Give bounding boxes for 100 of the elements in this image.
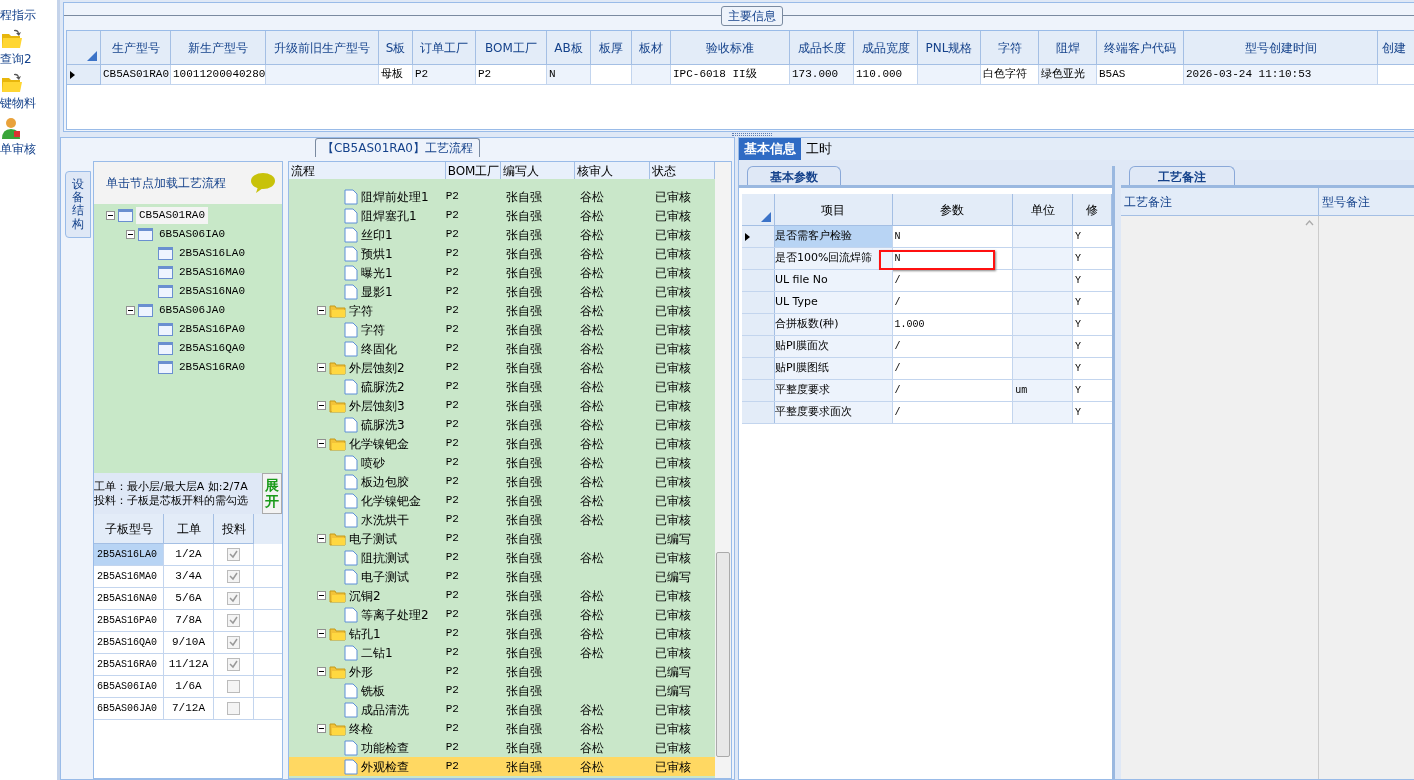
flow-step-name: 电子测试 [349, 530, 397, 548]
expand-icon[interactable] [317, 667, 326, 676]
checkbox[interactable] [227, 636, 240, 649]
column-header[interactable]: 流程 [289, 162, 446, 179]
tab[interactable]: 工时 [801, 138, 837, 160]
flow-row[interactable]: 等离子处理2 P2 张自强 谷松 已审核 [289, 605, 715, 624]
expand-icon[interactable] [317, 591, 326, 600]
status-cell-text: 已审核 [654, 359, 693, 377]
flow-row[interactable]: 终固化 P2 张自强 谷松 已审核 [289, 339, 715, 358]
status-cell-text: 已审核 [654, 416, 693, 434]
tree-node[interactable]: CB5AS01RA0 [136, 207, 208, 224]
scrollbar[interactable] [715, 162, 731, 778]
flow-row[interactable]: 阻抗测试 P2 张自强 谷松 已审核 [289, 548, 715, 567]
expand-icon[interactable] [317, 439, 326, 448]
checkbox[interactable] [227, 548, 240, 561]
flow-row[interactable]: 钻孔1 P2 张自强 谷松 已审核 [289, 624, 715, 643]
flow-row[interactable]: 二钻1 P2 张自强 谷松 已审核 [289, 643, 715, 662]
flow-row[interactable]: 外层蚀刻2 P2 张自强 谷松 已审核 [289, 358, 715, 377]
tree-node[interactable]: 2B5AS16QA0 [176, 340, 248, 357]
scroll-thumb[interactable] [716, 552, 730, 757]
side-tab[interactable]: 设备结构 [65, 171, 91, 238]
table-cell[interactable]: 2B5AS16MA0 [94, 566, 164, 587]
flow-row[interactable]: 外形 P2 张自强 已编写 [289, 662, 715, 681]
page-icon [344, 226, 358, 243]
flow-row[interactable]: 喷砂 P2 张自强 谷松 已审核 [289, 453, 715, 472]
subtab[interactable]: 基本参数 [747, 166, 841, 185]
table-cell[interactable]: 2B5AS16QA0 [94, 632, 164, 653]
expand-icon[interactable] [317, 629, 326, 638]
table-cell: 白色字符 [981, 65, 1039, 85]
checkbox[interactable] [227, 614, 240, 627]
flow-row[interactable]: 电子测试 P2 张自强 已编写 [289, 567, 715, 586]
tree-node[interactable]: 2B5AS16PA0 [176, 321, 248, 338]
checkbox[interactable] [227, 680, 240, 693]
flow-row[interactable]: 铣板 P2 张自强 已编写 [289, 681, 715, 700]
flow-row[interactable]: 化学镍钯金 P2 张自强 谷松 已审核 [289, 491, 715, 510]
flow-row[interactable]: 硫脲洗2 P2 张自强 谷松 已审核 [289, 377, 715, 396]
status-cell-text: 已审核 [654, 207, 693, 225]
tree-node[interactable]: 6B5AS06IA0 [156, 226, 228, 243]
row-indicator[interactable] [67, 65, 101, 85]
expand-icon[interactable] [126, 230, 135, 239]
flow-row[interactable]: 外观检查 P2 张自强 谷松 已审核 [289, 757, 715, 776]
tree-node[interactable]: 2B5AS16NA0 [176, 283, 248, 300]
subtab[interactable]: 工艺备注 [1129, 166, 1235, 185]
flow-row[interactable]: 电子测试 P2 张自强 已编写 [289, 529, 715, 548]
tree-node[interactable]: 2B5AS16RA0 [176, 359, 248, 376]
column-header[interactable]: BOM工厂 [445, 162, 501, 179]
table-cell[interactable]: 6B5AS06JA0 [94, 698, 164, 719]
table-cell[interactable]: 2B5AS16NA0 [94, 588, 164, 609]
flow-row[interactable]: 阻焊前处理1 P2 张自强 谷松 已审核 [289, 187, 715, 206]
flow-row[interactable]: 成品清洗 P2 张自强 谷松 已审核 [289, 700, 715, 719]
flow-row[interactable]: 阻焊塞孔1 P2 张自强 谷松 已审核 [289, 206, 715, 225]
flow-row[interactable]: 预烘1 P2 张自强 谷松 已审核 [289, 244, 715, 263]
status-cell-text: 已审核 [654, 549, 693, 567]
flow-row[interactable]: 化学镍钯金 P2 张自强 谷松 已审核 [289, 434, 715, 453]
tree-node[interactable]: 2B5AS16LA0 [176, 245, 248, 262]
table-cell[interactable]: 2B5AS16LA0 [94, 544, 164, 565]
sidebar-item[interactable]: 程指示 [0, 6, 36, 24]
expand-icon[interactable] [317, 401, 326, 410]
flow-row[interactable]: 字符 P2 张自强 谷松 已审核 [289, 320, 715, 339]
flow-row[interactable]: 沉铜2 P2 张自强 谷松 已审核 [289, 586, 715, 605]
checkbox[interactable] [227, 592, 240, 605]
column-header[interactable]: 工单 [164, 514, 214, 544]
expand-icon[interactable] [317, 724, 326, 733]
flow-row[interactable]: 字符 P2 张自强 谷松 已审核 [289, 301, 715, 320]
checkbox[interactable] [227, 702, 240, 715]
expand-icon[interactable] [126, 306, 135, 315]
flow-row[interactable]: 水洗烘干 P2 张自强 谷松 已审核 [289, 510, 715, 529]
sidebar-item[interactable]: 查询2 [0, 50, 32, 68]
flow-row[interactable]: 硫脲洗3 P2 张自强 谷松 已审核 [289, 415, 715, 434]
column-header[interactable]: 参数 [892, 194, 1014, 226]
table-cell[interactable]: 2B5AS16PA0 [94, 610, 164, 631]
flow-row[interactable]: 曝光1 P2 张自强 谷松 已审核 [289, 263, 715, 282]
expand-icon[interactable] [317, 363, 326, 372]
table-cell[interactable]: 6B5AS06IA0 [94, 676, 164, 697]
expand-icon[interactable] [106, 211, 115, 220]
column-header[interactable]: 核审人 [575, 162, 651, 179]
row-indicator[interactable] [742, 226, 775, 247]
sidebar-item[interactable]: 键物料 [0, 94, 36, 112]
flow-row[interactable]: 丝印1 P2 张自强 谷松 已审核 [289, 225, 715, 244]
scroll-up-icon[interactable] [1305, 220, 1314, 226]
table-cell[interactable]: 2B5AS16RA0 [94, 654, 164, 675]
column-header[interactable]: 修 [1073, 194, 1112, 226]
checkbox[interactable] [227, 570, 240, 583]
expand-icon[interactable] [317, 534, 326, 543]
status-cell-text: 已审核 [654, 245, 693, 263]
sidebar-item[interactable]: 单审核 [0, 140, 36, 158]
flow-row[interactable]: 功能检查 P2 张自强 谷松 已审核 [289, 738, 715, 757]
flow-row[interactable]: 终检 P2 张自强 谷松 已审核 [289, 719, 715, 738]
tree-node[interactable]: 6B5AS06JA0 [156, 302, 228, 319]
flow-row[interactable]: 外层蚀刻3 P2 张自强 谷松 已审核 [289, 396, 715, 415]
flow-row[interactable]: 显影1 P2 张自强 谷松 已审核 [289, 282, 715, 301]
expand-icon[interactable] [317, 306, 326, 315]
column-header[interactable]: 投料 [214, 514, 254, 544]
tab[interactable]: 基本信息 [739, 138, 801, 160]
flow-row[interactable]: 板边包胶 P2 张自强 谷松 已审核 [289, 472, 715, 491]
page-icon [344, 511, 358, 528]
column-header[interactable]: 编写人 [500, 162, 576, 179]
checkbox[interactable] [227, 658, 240, 671]
splitter-grip[interactable] [731, 133, 772, 136]
tree-node[interactable]: 2B5AS16MA0 [176, 264, 248, 281]
